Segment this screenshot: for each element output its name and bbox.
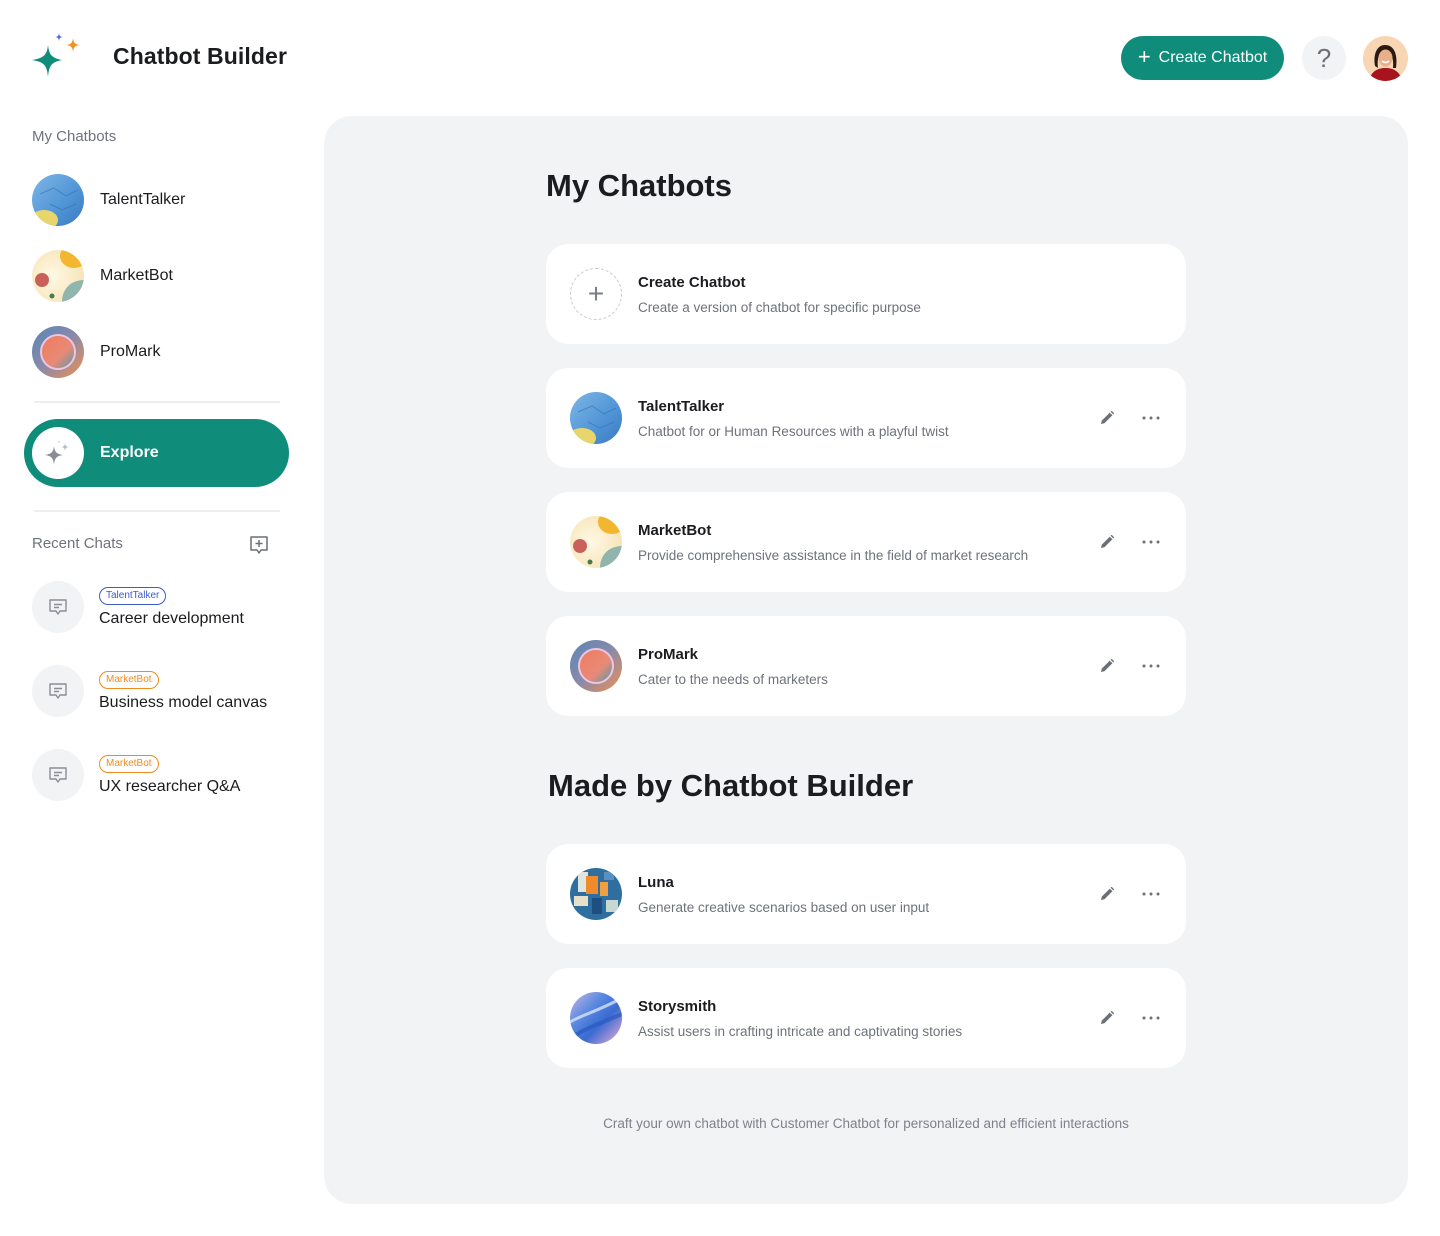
card-title: Create Chatbot bbox=[638, 273, 746, 291]
footer-note: Craft your own chatbot with Customer Cha… bbox=[603, 1116, 1129, 1131]
card-description: Assist users in crafting intricate and c… bbox=[638, 1023, 963, 1039]
sidebar-chatbot-name: ProMark bbox=[100, 343, 161, 360]
recent-chat-title: Career development bbox=[99, 609, 244, 627]
more-options-icon[interactable] bbox=[1140, 407, 1162, 429]
recent-chat-item[interactable]: MarketBot Business model canvas bbox=[32, 665, 267, 717]
create-chatbot-card[interactable]: + Create Chatbot Create a version of cha… bbox=[546, 244, 1186, 344]
card-description: Chatbot for or Human Resources with a pl… bbox=[638, 423, 949, 439]
app-title: Chatbot Builder bbox=[113, 43, 287, 69]
explore-label: Explore bbox=[100, 444, 159, 461]
luna-avatar bbox=[570, 868, 622, 920]
sparkle-icon bbox=[45, 440, 69, 465]
sidebar-chatbot-talenttalker[interactable]: TalentTalker bbox=[32, 174, 185, 226]
sidebar-chatbot-name: TalentTalker bbox=[100, 191, 186, 208]
sparkle-logo-icon bbox=[32, 33, 80, 77]
user-avatar[interactable] bbox=[1363, 36, 1408, 81]
card-description: Provide comprehensive assistance in the … bbox=[638, 547, 1029, 563]
sidebar-chatbot-name: MarketBot bbox=[100, 267, 173, 284]
recent-chat-title: UX researcher Q&A bbox=[99, 777, 241, 795]
card-title: Storysmith bbox=[638, 997, 717, 1015]
sidebar-divider bbox=[34, 401, 280, 403]
my-chatbots-section-label: My Chatbots bbox=[32, 128, 117, 145]
promark-avatar bbox=[32, 326, 84, 378]
help-button[interactable]: ? bbox=[1302, 36, 1346, 80]
more-options-icon[interactable] bbox=[1140, 531, 1162, 553]
edit-pencil-icon[interactable] bbox=[1096, 1007, 1118, 1029]
question-mark-icon: ? bbox=[1316, 42, 1332, 73]
main-panel: My Chatbots + Create Chatbot Create a ve… bbox=[324, 116, 1408, 1204]
card-description: Create a version of chatbot for specific… bbox=[638, 299, 921, 315]
edit-pencil-icon[interactable] bbox=[1096, 883, 1118, 905]
card-title: ProMark bbox=[638, 645, 699, 663]
plus-icon: + bbox=[1137, 44, 1151, 69]
edit-pencil-icon[interactable] bbox=[1096, 531, 1118, 553]
chatbot-tag: TalentTalker bbox=[99, 586, 167, 605]
app-logo bbox=[30, 32, 84, 82]
chatbot-tag: MarketBot bbox=[99, 754, 159, 773]
sidebar-chatbot-promark[interactable]: ProMark bbox=[32, 326, 160, 378]
edit-pencil-icon[interactable] bbox=[1096, 655, 1118, 677]
chat-bubble-icon bbox=[32, 581, 84, 633]
chat-bubble-icon bbox=[32, 665, 84, 717]
more-options-icon[interactable] bbox=[1140, 655, 1162, 677]
user-photo-icon bbox=[1363, 36, 1408, 81]
promark-avatar bbox=[570, 640, 622, 692]
chatbot-card-promark[interactable]: ProMark Cater to the needs of marketers bbox=[546, 616, 1186, 716]
card-title: Luna bbox=[638, 873, 674, 891]
create-chatbot-button[interactable]: + Create Chatbot bbox=[1121, 36, 1284, 80]
storysmith-avatar bbox=[570, 992, 622, 1044]
my-chatbots-heading: My Chatbots bbox=[546, 168, 732, 203]
recent-chat-title: Business model canvas bbox=[99, 693, 268, 711]
talenttalker-avatar bbox=[570, 392, 622, 444]
card-description: Cater to the needs of marketers bbox=[638, 671, 828, 687]
chatbot-card-luna[interactable]: Luna Generate creative scenarios based o… bbox=[546, 844, 1186, 944]
chatbot-tag: MarketBot bbox=[99, 670, 159, 689]
plus-icon: + bbox=[570, 268, 622, 320]
sidebar-divider bbox=[34, 510, 280, 512]
create-chatbot-label: Create Chatbot bbox=[1158, 49, 1268, 66]
card-title: MarketBot bbox=[638, 521, 712, 539]
marketbot-avatar bbox=[32, 250, 84, 302]
recent-chat-item[interactable]: TalentTalker Career development bbox=[32, 581, 244, 633]
marketbot-avatar bbox=[570, 516, 622, 568]
chatbot-card-storysmith[interactable]: Storysmith Assist users in crafting intr… bbox=[546, 968, 1186, 1068]
chatbot-card-talenttalker[interactable]: TalentTalker Chatbot for or Human Resour… bbox=[546, 368, 1186, 468]
new-chat-icon[interactable] bbox=[248, 534, 270, 556]
card-title: TalentTalker bbox=[638, 397, 725, 415]
sidebar-explore-button[interactable]: Explore bbox=[24, 419, 289, 487]
card-description: Generate creative scenarios based on use… bbox=[638, 899, 930, 915]
explore-icon-circle bbox=[32, 427, 84, 479]
more-options-icon[interactable] bbox=[1140, 883, 1162, 905]
edit-pencil-icon[interactable] bbox=[1096, 407, 1118, 429]
chatbot-card-marketbot[interactable]: MarketBot Provide comprehensive assistan… bbox=[546, 492, 1186, 592]
recent-chats-section-label: Recent Chats bbox=[32, 535, 123, 552]
sidebar-chatbot-marketbot[interactable]: MarketBot bbox=[32, 250, 173, 302]
chat-bubble-icon bbox=[32, 749, 84, 801]
talenttalker-avatar bbox=[32, 174, 84, 226]
more-options-icon[interactable] bbox=[1140, 1007, 1162, 1029]
recent-chat-item[interactable]: MarketBot UX researcher Q&A bbox=[32, 749, 240, 801]
made-by-heading: Made by Chatbot Builder bbox=[548, 768, 914, 803]
